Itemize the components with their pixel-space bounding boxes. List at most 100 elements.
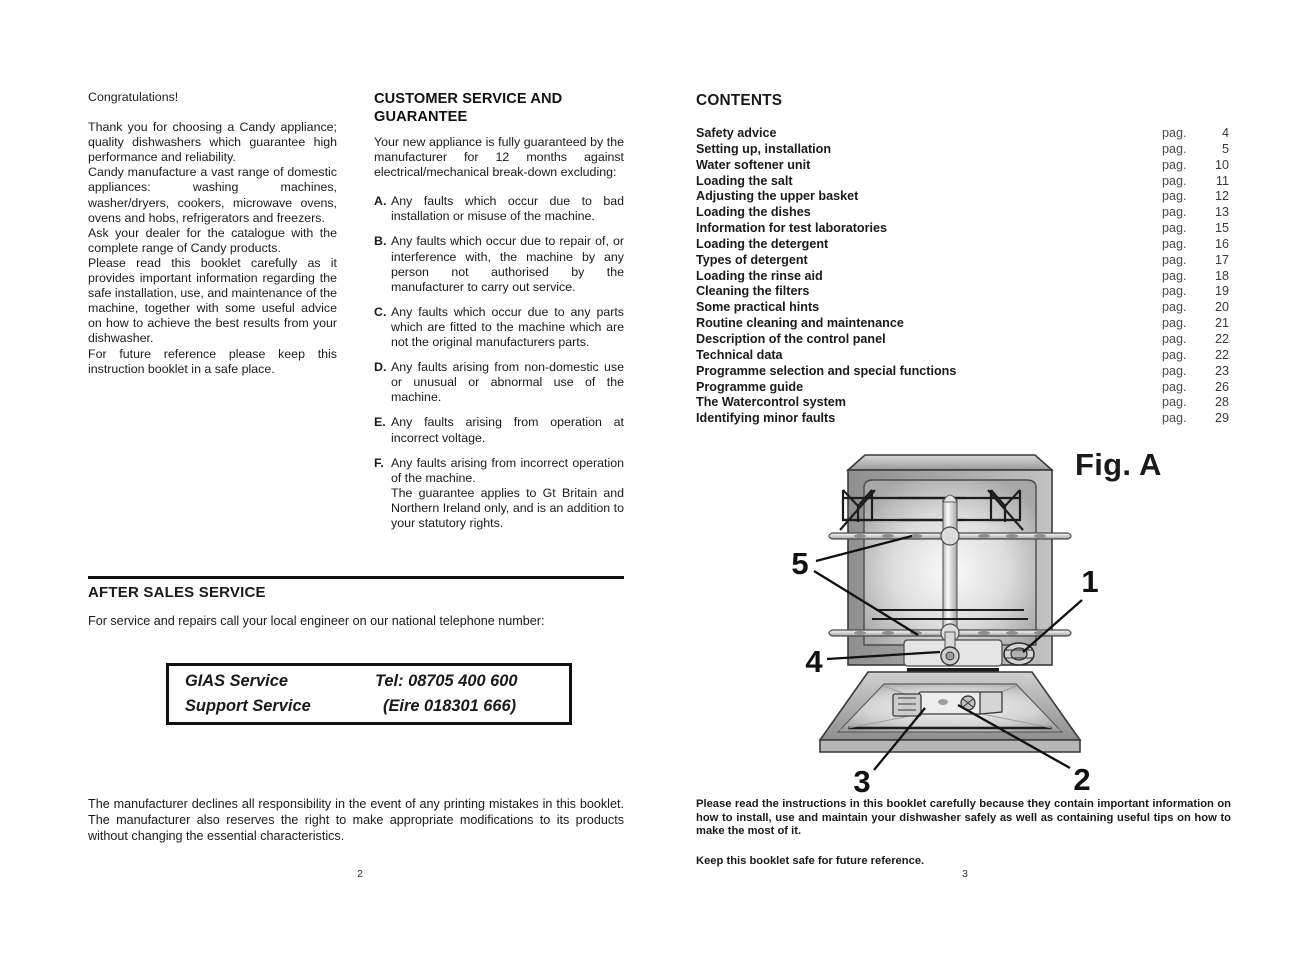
toc-page-number: 28 [1214,395,1229,410]
after-sales-heading: AFTER SALES SERVICE [88,584,266,601]
intro-column: Congratulations! Thank you for choosing … [88,90,337,377]
callout-4: 4 [805,644,823,679]
exclusion-text: Any faults arising from non-domestic use… [391,360,624,405]
guarantee-exclusion-c: C. Any faults which occur due to any par… [374,305,624,350]
gias-service-tel: Tel: 08705 400 600 [375,672,518,690]
toc-pag-label: pag. [1162,252,1187,267]
toc-entry: Loading the rinse aid pag. 18 [696,269,1231,285]
guarantee-exclusion-d: D. Any faults arising from non-domestic … [374,360,624,405]
toc-entry: Adjusting the upper basket pag. 12 [696,189,1231,205]
cabinet-top [845,454,1055,471]
guarantee-exclusion-a: A. Any faults which occur due to bad ins… [374,194,624,224]
toc-page-number: 10 [1214,157,1229,172]
toc-pag-label: pag. [1162,141,1187,156]
detergent-dispenser [892,691,1003,717]
toc-page-number: 4 [1221,126,1229,140]
toc-label: Routine cleaning and maintenance [696,316,904,331]
service-row-support: Support Service (Eire 018301 666) [185,697,565,716]
exclusion-letter: D. [374,360,387,375]
toc-label: Safety advice [696,126,777,140]
guarantee-exclusion-f: F. Any faults arising from incorrect ope… [374,456,624,531]
page-number-left: 2 [357,868,363,880]
dishwasher-svg: 5 1 4 3 2 [791,454,1099,799]
note-read-instructions: Please read the instructions in this boo… [696,798,1231,838]
toc-entry: Cleaning the filters pag. 19 [696,284,1231,300]
toc-entry: Some practical hints pag. 20 [696,300,1231,316]
printing-disclaimer: The manufacturer declines all responsibi… [88,797,624,844]
toc-page-number: 22 [1214,331,1229,346]
exclusion-text-main: Any faults arising from incorrect operat… [391,455,624,485]
intro-greeting: Congratulations! [88,90,179,104]
toc-label: Setting up, installation [696,141,832,156]
toc-label: The Watercontrol system [696,395,846,410]
toc-page-number: 5 [1221,141,1229,156]
exclusion-text: Any faults which occur due to any parts … [391,304,624,350]
toc-entry: The Watercontrol system pag. 28 [696,395,1231,411]
exclusion-letter: B. [374,234,387,249]
toc-page-number: 11 [1215,173,1229,188]
toc-label: Cleaning the filters [696,284,810,299]
dishwasher-diagram: 5 1 4 3 2 [780,440,1180,800]
rinse-aid-compartment [892,693,922,717]
intro-paragraph-5: For future reference please keep this in… [88,346,337,376]
exclusion-text: Any faults arising from incorrect operat… [391,456,624,531]
exclusion-letter: C. [374,304,387,319]
toc-label: Programme guide [696,379,804,394]
toc-pag-label: pag. [1162,173,1187,188]
toc-page-number: 21 [1214,316,1229,331]
service-contact-box: GIAS Service Tel: 08705 400 600 Support … [166,663,572,725]
guarantee-exclusion-b: B. Any faults which occur due to repair … [374,234,624,294]
section-divider [88,576,624,579]
toc-pag-label: pag. [1162,331,1187,346]
toc-label: Identifying minor faults [696,411,836,426]
toc-pag-label: pag. [1162,316,1187,331]
toc-pag-label: pag. [1162,205,1187,220]
service-row-gias: GIAS Service Tel: 08705 400 600 [185,672,565,691]
exclusion-letter: E. [374,415,386,430]
toc-entry: Safety advice pag. 4 [696,126,1231,142]
toc-page-number: 12 [1214,189,1229,204]
guarantee-heading: CUSTOMER SERVICE AND GUARANTEE [374,91,563,125]
toc-pag-label: pag. [1162,363,1187,378]
gias-service-label: GIAS Service [185,672,288,690]
toc-label: Technical data [696,347,783,362]
toc-entry: Types of detergent pag. 17 [696,253,1231,269]
toc-entry: Programme selection and special function… [696,364,1231,380]
left-page: Congratulations! Thank you for choosing … [0,0,660,954]
contents-heading: CONTENTS [696,92,783,109]
toc-page-number: 22 [1214,347,1229,362]
toc-entry: Technical data pag. 22 [696,348,1231,364]
toc-page-number: 18 [1214,268,1229,283]
toc-label: Some practical hints [696,300,820,315]
toc-page-number: 13 [1214,205,1229,220]
exclusion-letter: F. [374,455,384,470]
door-edge [819,739,1081,753]
toc-entry: Programme guide pag. 26 [696,380,1231,396]
toc-pag-label: pag. [1162,126,1187,140]
toc-label: Water softener unit [696,157,811,172]
toc-page-number: 17 [1214,252,1229,267]
toc-label: Loading the detergent [696,236,829,251]
toc-pag-label: pag. [1162,379,1187,394]
toc-label: Programme selection and special function… [696,363,957,378]
exclusion-text: Any faults which occur due to bad instal… [391,194,624,224]
guarantee-column: CUSTOMER SERVICE AND GUARANTEE Your new … [374,90,624,541]
toc-page-number: 20 [1214,300,1229,315]
toc-page-number: 26 [1214,379,1229,394]
water-feed-pipe [942,499,958,633]
door-group [818,671,1082,753]
toc-pag-label: pag. [1162,395,1187,410]
table-of-contents: Safety advice pag. 4 Setting up, install… [696,126,1231,427]
toc-label: Loading the rinse aid [696,268,823,283]
booklet-notes: Please read the instructions in this boo… [696,798,1231,868]
toc-entry: Loading the salt pag. 11 [696,174,1231,190]
dispenser-lid [979,691,1003,715]
toc-pag-label: pag. [1162,157,1187,172]
document-spread: Congratulations! Thank you for choosing … [0,0,1308,954]
toc-entry: Water softener unit pag. 10 [696,158,1231,174]
intro-paragraph-1: Thank you for choosing a Candy appliance… [88,120,337,165]
intro-paragraph-3: Ask your dealer for the catalogue with t… [88,225,337,255]
callout-2: 2 [1073,762,1090,797]
toc-entry: Information for test laboratories pag. 1… [696,221,1231,237]
